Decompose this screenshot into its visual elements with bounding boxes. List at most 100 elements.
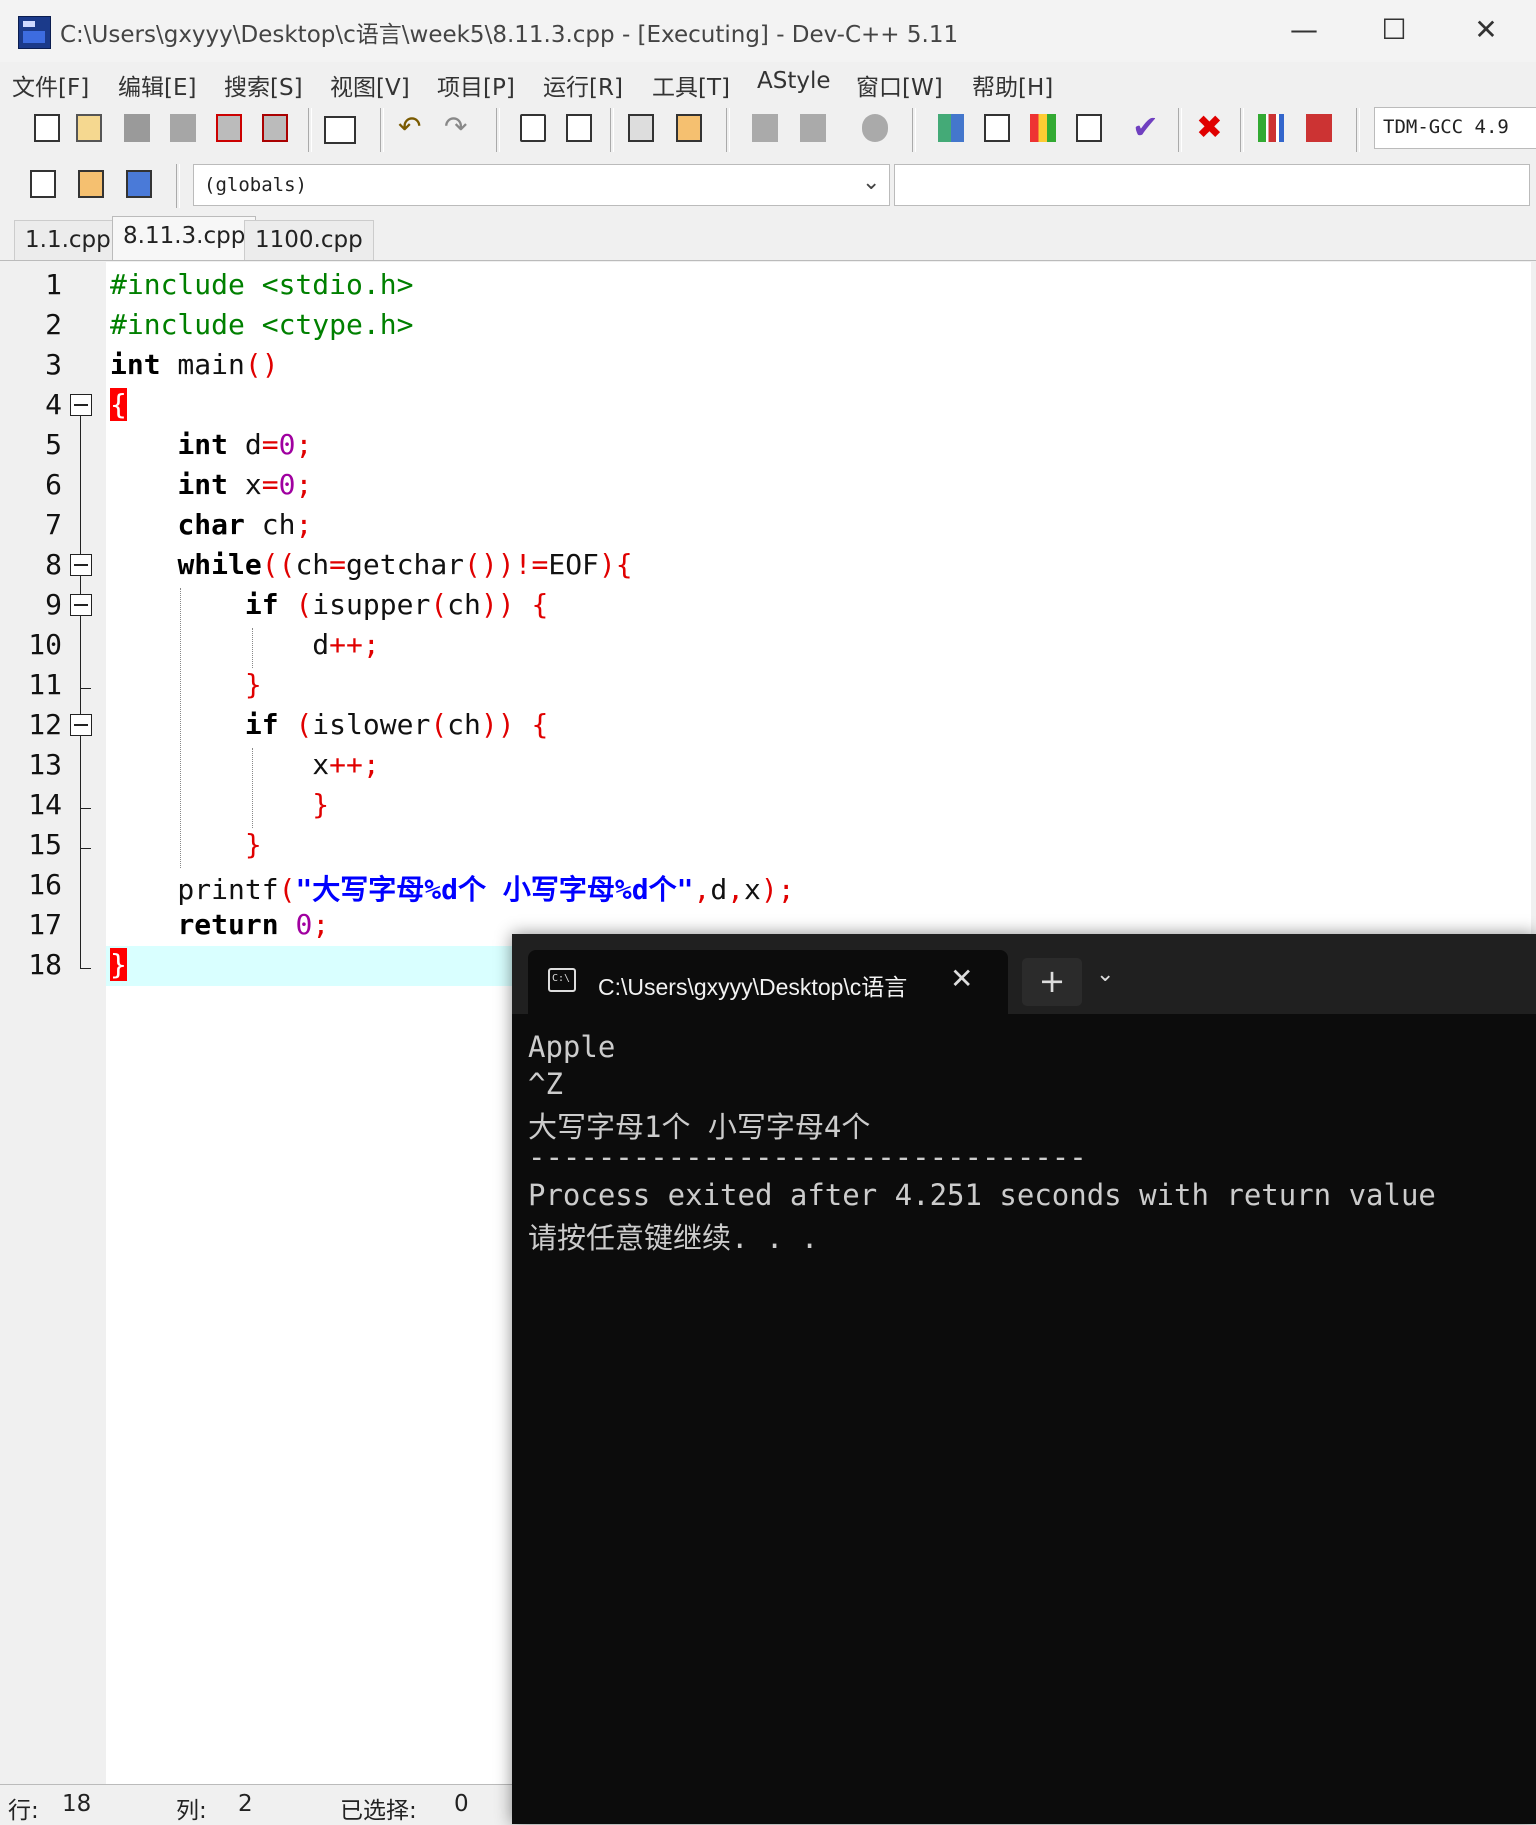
line-number: 6 <box>45 468 62 501</box>
menu-run[interactable]: 运行[R] <box>543 68 623 102</box>
window-title: C:\Users\gxyyy\Desktop\c语言\week5\8.11.3.… <box>60 22 959 48</box>
close-all-icon[interactable] <box>262 114 288 142</box>
row-value: 18 <box>62 1791 92 1817</box>
line-number: 7 <box>45 508 62 541</box>
toolbar-colors-icon[interactable] <box>1030 114 1056 142</box>
code-line-16: printf("大写字母%d个 小写字母%d个",d,x); <box>110 873 795 906</box>
profile-chart-icon[interactable] <box>1258 114 1284 142</box>
add-file-icon[interactable] <box>78 170 104 198</box>
menu-bar: 文件[F] 编辑[E] 搜索[S] 视图[V] 项目[P] 运行[R] 工具[T… <box>0 62 1536 102</box>
selection-value: 0 <box>454 1791 469 1817</box>
line-number: 8 <box>45 548 62 581</box>
devcpp-logo-icon <box>18 16 51 49</box>
members-dropdown[interactable] <box>894 164 1530 206</box>
line-number: 1 <box>45 268 62 301</box>
goto-line-icon[interactable] <box>628 114 654 142</box>
line-number: 9 <box>45 588 62 621</box>
menu-project[interactable]: 项目[P] <box>437 68 515 102</box>
col-value: 2 <box>238 1791 253 1817</box>
code-line-4: { <box>110 388 127 421</box>
fold-toggle-icon[interactable] <box>70 594 92 616</box>
code-line-6: int x=0; <box>177 468 313 501</box>
code-line-1: #include <stdio.h> <box>110 268 414 301</box>
terminal-window[interactable] <box>512 934 1536 1824</box>
main-toolbar: ↶ ↷ ✔ ✖ <box>0 102 1536 159</box>
close-icon[interactable]: ✕ <box>950 962 973 995</box>
open-file-icon[interactable] <box>76 114 102 142</box>
code-line-5: int d=0; <box>177 428 313 461</box>
code-line-17: return 0; <box>177 908 330 941</box>
code-line-11: } <box>244 668 262 701</box>
unindent-icon[interactable] <box>800 114 826 142</box>
compiler-select[interactable]: TDM-GCC 4.9 <box>1374 107 1536 149</box>
fold-toggle-icon[interactable] <box>70 714 92 736</box>
save-icon[interactable] <box>124 114 150 142</box>
menu-view[interactable]: 视图[V] <box>330 68 410 102</box>
terminal-icon: C:\ <box>548 968 576 992</box>
check-icon[interactable]: ✔ <box>1132 108 1159 146</box>
new-project-icon[interactable] <box>938 114 964 142</box>
line-number: 13 <box>28 748 62 781</box>
line-number: 16 <box>28 868 62 901</box>
fold-toggle-icon[interactable] <box>70 554 92 576</box>
file-tab-bar: 1.1.cpp 8.11.3.cpp 1100.cpp <box>0 214 1536 261</box>
terminal-output-line: Process exited after 4.251 seconds with … <box>528 1178 1436 1212</box>
terminal-output-line: Apple <box>528 1030 616 1064</box>
undo-icon[interactable]: ↶ <box>398 110 421 143</box>
insert-code-icon[interactable] <box>30 170 56 198</box>
window-icon[interactable] <box>984 114 1010 142</box>
close-button[interactable]: ✕ <box>1456 10 1516 50</box>
line-number: 5 <box>45 428 62 461</box>
stop-execution-icon[interactable]: ✖ <box>1196 108 1223 146</box>
toggle-bookmark-icon[interactable] <box>676 114 702 142</box>
code-line-3: int main() <box>110 348 279 381</box>
code-line-15: } <box>244 828 262 861</box>
chevron-down-icon[interactable]: ⌄ <box>1096 962 1114 987</box>
print-icon[interactable] <box>324 116 356 144</box>
col-label: 列: <box>176 1798 207 1824</box>
row-label: 行: <box>8 1798 39 1824</box>
menu-tools[interactable]: 工具[T] <box>652 68 730 102</box>
redo-icon[interactable]: ↷ <box>444 110 467 143</box>
line-number: 12 <box>28 708 62 741</box>
code-line-14: } <box>312 788 330 821</box>
replace-icon[interactable] <box>566 114 592 142</box>
line-number: 18 <box>28 948 62 981</box>
new-file-icon[interactable] <box>34 114 60 142</box>
toggle-comment-icon[interactable] <box>862 114 888 142</box>
menu-window[interactable]: 窗口[W] <box>856 68 943 102</box>
minimize-button[interactable]: — <box>1274 10 1334 50</box>
tab-1-1-cpp[interactable]: 1.1.cpp <box>14 220 122 260</box>
terminal-output-line: ^Z <box>528 1067 563 1101</box>
line-number: 4 <box>45 388 62 421</box>
code-line-18: } <box>110 948 127 981</box>
code-line-7: char ch; <box>177 508 313 541</box>
line-number: 2 <box>45 308 62 341</box>
save-all-icon[interactable] <box>170 114 196 142</box>
line-number: 3 <box>45 348 62 381</box>
maximize-button[interactable]: ☐ <box>1364 10 1424 50</box>
tab-1100-cpp[interactable]: 1100.cpp <box>244 220 374 260</box>
find-icon[interactable] <box>520 114 546 142</box>
menu-file[interactable]: 文件[F] <box>12 68 89 102</box>
bookmark-icon[interactable] <box>126 170 152 198</box>
tiles-icon[interactable] <box>1076 114 1102 142</box>
fold-toggle-icon[interactable] <box>70 394 92 416</box>
close-file-icon[interactable] <box>216 114 242 142</box>
code-line-8: while((ch=getchar())!=EOF){ <box>177 548 633 581</box>
tab-8-11-3-cpp[interactable]: 8.11.3.cpp <box>112 216 257 260</box>
scope-dropdown[interactable]: (globals) <box>193 164 890 206</box>
delete-profile-icon[interactable] <box>1306 114 1332 142</box>
new-tab-button[interactable]: + <box>1022 958 1082 1006</box>
menu-search[interactable]: 搜索[S] <box>224 68 303 102</box>
menu-edit[interactable]: 编辑[E] <box>118 68 196 102</box>
menu-help[interactable]: 帮助[H] <box>972 68 1053 102</box>
menu-astyle[interactable]: AStyle <box>757 68 831 94</box>
line-number: 14 <box>28 788 62 821</box>
chevron-down-icon[interactable]: ⌄ <box>862 170 880 195</box>
terminal-tab-title: C:\Users\gxyyy\Desktop\c语言 <box>598 974 908 1000</box>
terminal-output-line: 请按任意键继续. . . <box>528 1221 819 1255</box>
line-number: 10 <box>28 628 62 661</box>
indent-icon[interactable] <box>752 114 778 142</box>
code-line-10: d++; <box>110 628 380 661</box>
